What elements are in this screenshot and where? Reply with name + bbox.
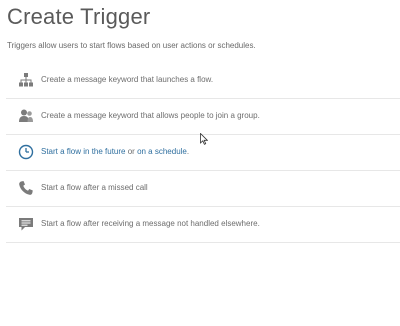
page-title: Create Trigger (7, 4, 151, 29)
trigger-option-keyword-flow[interactable]: Create a message keyword that launches a… (6, 62, 400, 99)
trigger-option-catch-all[interactable]: Start a flow after receiving a message n… (6, 206, 400, 243)
trigger-label: Create a message keyword that allows peo… (41, 111, 260, 120)
trigger-label: Create a message keyword that launches a… (41, 75, 214, 84)
mouse-cursor-icon (200, 132, 209, 145)
trigger-label: Start a flow after a missed call (41, 183, 148, 192)
trigger-label: Start a flow in the future or on a sched… (41, 147, 189, 156)
label-period: . (186, 147, 190, 156)
trigger-label: Start a flow after receiving a message n… (41, 219, 260, 228)
trigger-option-keyword-join-group[interactable]: Create a message keyword that allows peo… (6, 98, 400, 135)
schedule-link[interactable]: on a schedule (137, 147, 187, 156)
group-users-icon (18, 108, 34, 124)
clock-icon (18, 144, 34, 160)
phone-icon (18, 180, 34, 196)
label-connector: or (125, 147, 138, 156)
future-flow-link[interactable]: Start a flow in the future (41, 147, 126, 156)
trigger-option-missed-call[interactable]: Start a flow after a missed call (6, 170, 400, 207)
chat-bubble-icon (18, 216, 34, 232)
org-chart-icon (18, 72, 34, 88)
page-subtitle: Triggers allow users to start flows base… (7, 41, 256, 50)
